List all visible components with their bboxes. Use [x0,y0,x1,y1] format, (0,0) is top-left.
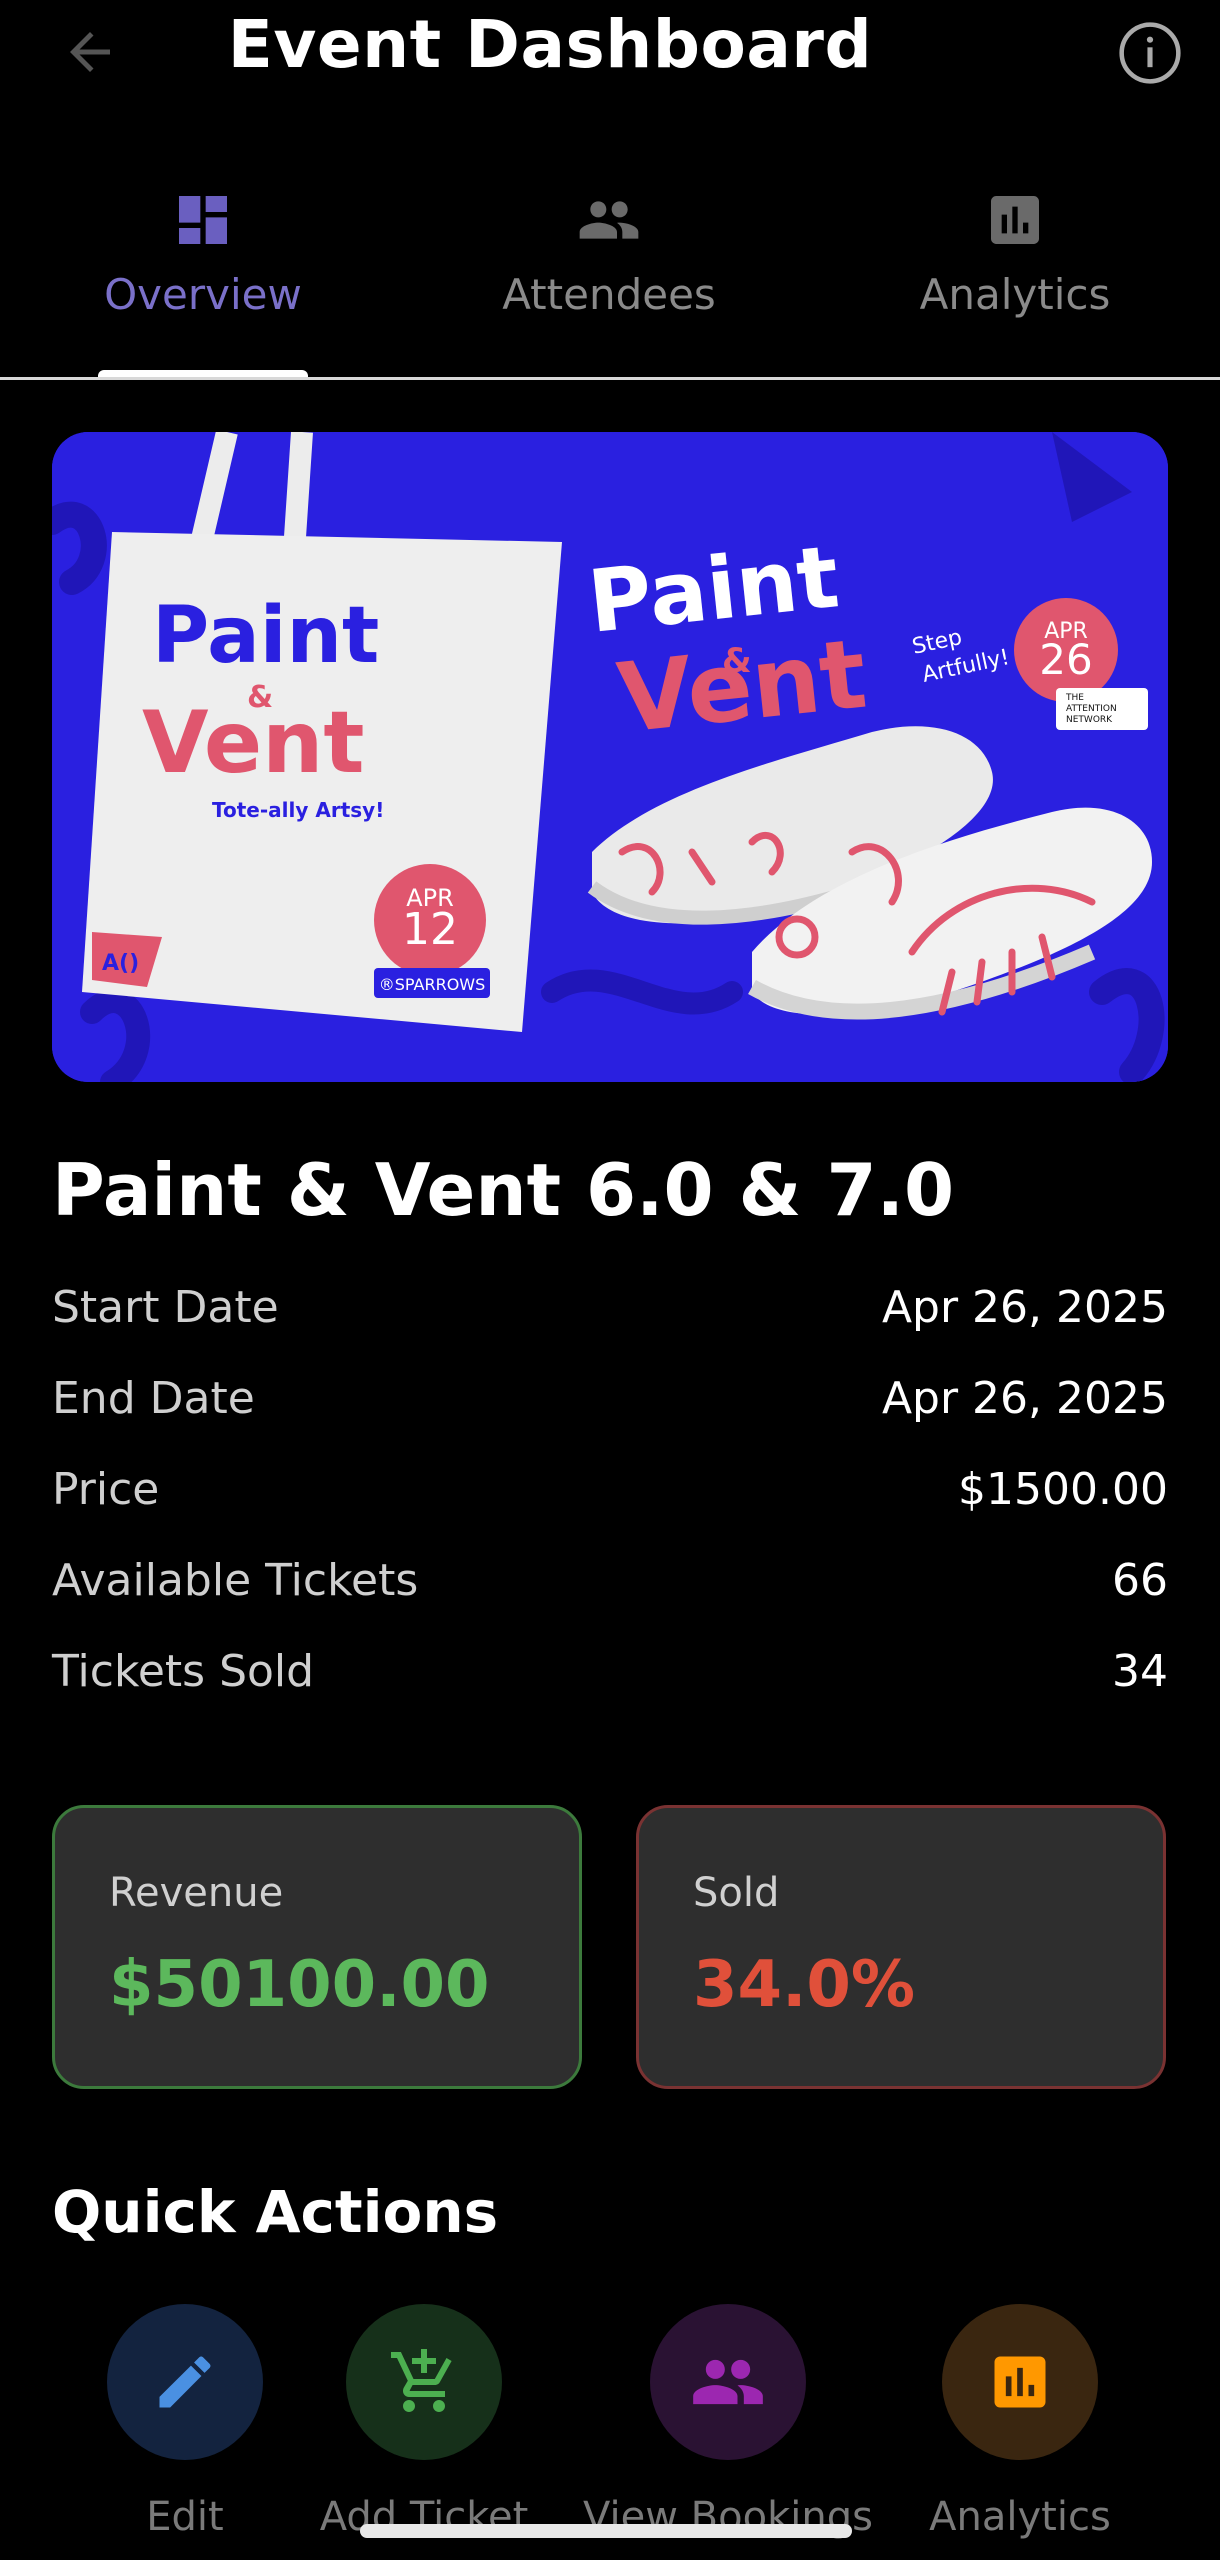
view-bookings-action-button[interactable]: View Bookings [583,2304,873,2560]
tote-tagline: Tote-ally Artsy! [212,798,384,822]
add-ticket-action-circle[interactable] [346,2304,502,2460]
detail-row-end-date: End Date Apr 26, 2025 [52,1373,1168,1464]
tab-label: Attendees [502,270,716,319]
event-details-list: Start Date Apr 26, 2025 End Date Apr 26,… [52,1282,1168,1737]
analytics-action-button[interactable]: Analytics [900,2304,1140,2560]
revenue-card: Revenue $50100.00 [52,1805,582,2089]
detail-label: Available Tickets [52,1555,419,1606]
home-indicator[interactable] [360,2524,852,2538]
banner-artwork: Paint & Vent Tote-ally Artsy! APR 12 ®SP… [52,432,1168,1082]
tote-date-day: 12 [402,904,458,955]
tab-divider [0,377,1220,380]
sold-value: 34.0% [693,1948,916,2022]
detail-value: Apr 26, 2025 [881,1373,1168,1424]
revenue-value: $50100.00 [109,1948,490,2022]
shoe-sponsor-line1: THE [1065,693,1084,703]
detail-value: 34 [1112,1646,1168,1697]
page-title: Event Dashboard [227,6,873,83]
tote-title-vent: Vent [142,693,365,793]
tab-attendees[interactable]: Attendees [406,170,812,380]
cart-add-icon [391,2349,452,2412]
detail-row-available-tickets: Available Tickets 66 [52,1555,1168,1646]
tote-title-paint: Paint [152,591,379,681]
detail-value: Apr 26, 2025 [881,1282,1168,1333]
bar-chart-icon [994,2356,1046,2408]
analytics-action-circle[interactable] [942,2304,1098,2460]
detail-value: 66 [1112,1555,1168,1606]
people-icon [693,2359,763,2405]
tab-bar: Overview Attendees Analytics [0,170,1220,380]
sold-card: Sold 34.0% [636,1805,1166,2089]
detail-label: Start Date [52,1282,279,1333]
event-title: Paint & Vent 6.0 & 7.0 [52,1148,955,1232]
info-icon [1119,22,1181,84]
tab-overview[interactable]: Overview [0,170,406,380]
detail-label: End Date [52,1373,255,1424]
detail-value: $1500.00 [958,1464,1168,1515]
revenue-label: Revenue [109,1870,284,1916]
add-ticket-action-button[interactable]: Add Ticket [304,2304,544,2560]
sold-label: Sold [693,1870,780,1916]
quick-actions-title: Quick Actions [52,2178,499,2246]
detail-row-price: Price $1500.00 [52,1464,1168,1555]
tote-sponsor: ®SPARROWS [379,975,486,994]
detail-label: Tickets Sold [52,1646,315,1697]
app-header: Event Dashboard [0,0,1220,100]
detail-label: Price [52,1464,160,1515]
tote-logo: A() [102,951,139,976]
edit-action-circle[interactable] [107,2304,263,2460]
detail-row-tickets-sold: Tickets Sold 34 [52,1646,1168,1737]
bar-chart-icon [991,196,1039,244]
pencil-icon [159,2356,211,2408]
event-banner-image: Paint & Vent Tote-ally Artsy! APR 12 ®SP… [52,432,1168,1082]
dashboard-grid-icon [179,196,227,244]
shoe-sponsor-line2: ATTENTION [1066,704,1117,714]
detail-row-start-date: Start Date Apr 26, 2025 [52,1282,1168,1373]
info-button[interactable] [1112,15,1188,91]
tab-label: Overview [104,270,302,319]
action-label: Analytics [929,2494,1111,2540]
people-icon [579,201,639,239]
tab-label: Analytics [919,270,1111,319]
shoe-date-day: 26 [1039,635,1092,684]
tab-analytics[interactable]: Analytics [812,170,1218,380]
shoe-sponsor-line3: NETWORK [1066,715,1113,725]
view-bookings-action-circle[interactable] [650,2304,806,2460]
